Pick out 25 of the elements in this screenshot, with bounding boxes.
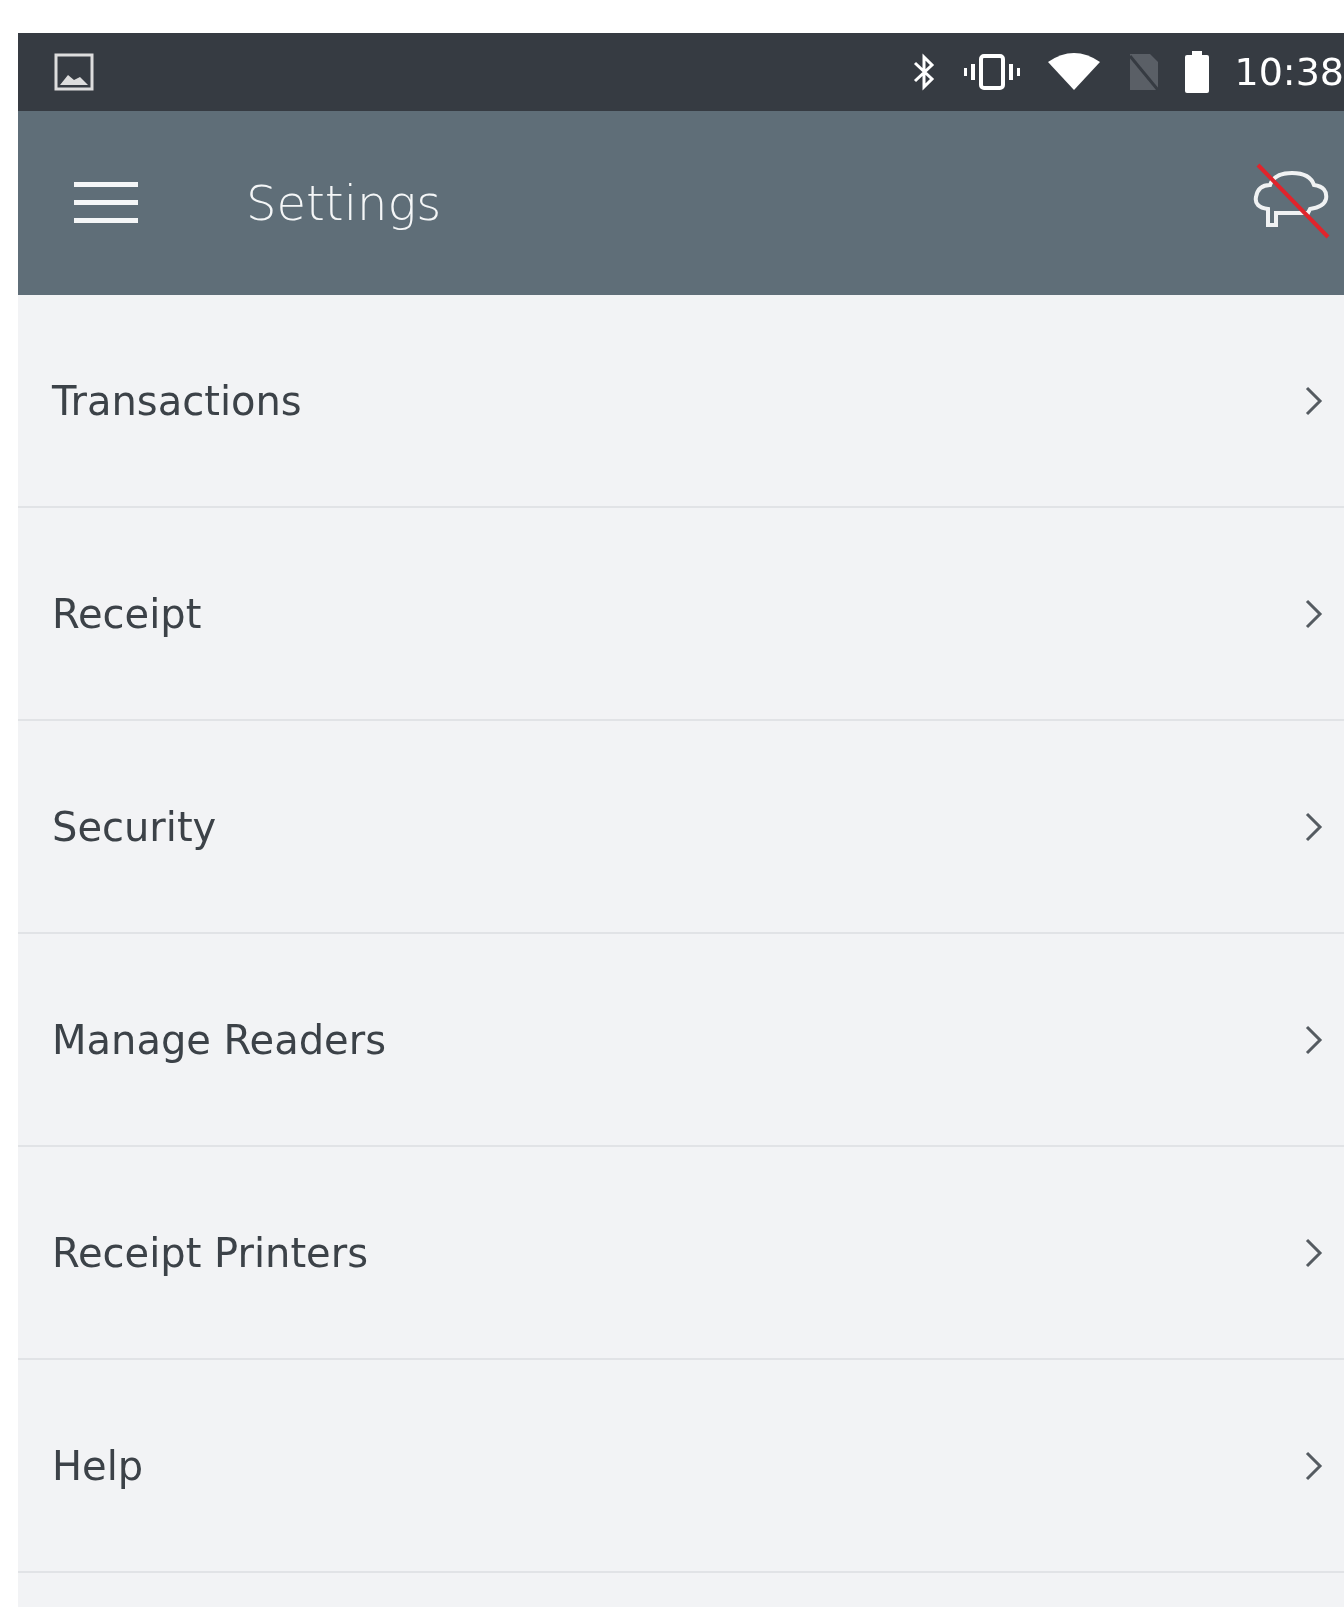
row-label: Transactions [52,376,302,426]
chevron-right-icon [1304,1236,1324,1269]
status-time: 10:38 [1234,53,1344,91]
settings-row[interactable]: Help [18,1360,1344,1573]
settings-row[interactable]: Receipt Printers [18,1147,1344,1360]
row-label: Receipt Printers [52,1228,368,1278]
row-label: Manage Readers [52,1015,386,1065]
vibrate-icon [962,52,1023,92]
row-label: Receipt [52,589,202,639]
settings-row[interactable]: Security [18,721,1344,934]
wifi-icon [1046,52,1103,92]
settings-row[interactable]: Receipt [18,508,1344,721]
image-notification-icon [54,53,94,91]
chevron-right-icon [1304,810,1324,843]
screen-title: Settings [246,174,442,233]
chevron-right-icon [1304,1449,1324,1482]
battery-icon [1184,51,1211,93]
row-label: Help [52,1441,144,1491]
chevron-right-icon [1304,384,1324,417]
chevron-right-icon [1304,1023,1324,1056]
settings-row[interactable]: Manage Readers [18,934,1344,1147]
menu-icon[interactable] [74,180,138,226]
row-label: Security [52,802,217,852]
chevron-right-icon [1304,597,1324,630]
settings-row[interactable]: Transactions [18,295,1344,508]
